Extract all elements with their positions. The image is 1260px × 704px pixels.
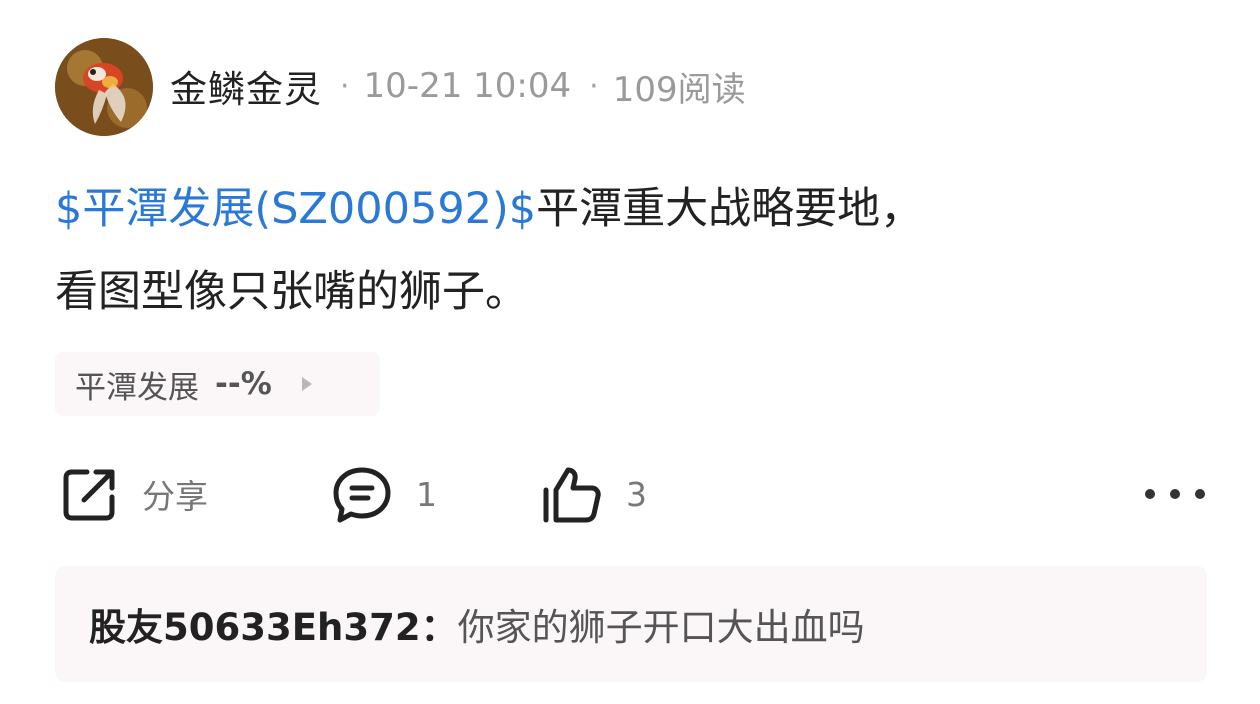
play-right-icon: [301, 377, 312, 391]
thumbs-up-icon: [543, 467, 601, 523]
stock-chip-name: 平潭发展: [75, 369, 199, 406]
more-dots-icon[interactable]: [1145, 478, 1205, 510]
more-dot: [1195, 489, 1205, 499]
author-name[interactable]: 金鳞金灵: [170, 59, 322, 113]
comment-count: 1: [416, 474, 437, 514]
like-count: 3: [626, 474, 647, 514]
share-button[interactable]: 分享: [60, 460, 208, 528]
more-dot: [1145, 489, 1155, 499]
stock-chip-change: --%: [215, 366, 272, 402]
post-time: 10-21 10:04: [363, 66, 572, 106]
comment-button[interactable]: 1: [330, 460, 437, 528]
stock-chip[interactable]: 平潭发展 --%: [55, 352, 380, 416]
avatar[interactable]: [55, 38, 153, 136]
comment-user[interactable]: 股友50633Eh372: [89, 597, 421, 651]
post-card: 金鳞金灵 · 10-21 10:04 · 109阅读 $平潭发展(SZ00059…: [0, 0, 1260, 704]
post-text-2: 看图型像只张嘴的狮子。: [55, 267, 528, 317]
post-text-1: 平潭重大战略要地，: [536, 184, 924, 234]
more-dot: [1170, 489, 1180, 499]
stock-tag-link[interactable]: $平潭发展(SZ000592)$: [55, 184, 536, 234]
post-line-1: $平潭发展(SZ000592)$平潭重大战略要地，: [55, 168, 1205, 251]
like-button[interactable]: 3: [540, 460, 647, 528]
comment-separator: ：: [420, 606, 458, 649]
share-icon: [63, 469, 115, 521]
meta-separator: ·: [340, 68, 350, 104]
meta-separator: ·: [589, 68, 599, 104]
goldfish-icon: [55, 38, 153, 136]
comment-text: 你家的狮子开口大出血吗: [457, 606, 865, 649]
comment-icon: [333, 467, 391, 523]
post-meta: 金鳞金灵 · 10-21 10:04 · 109阅读: [170, 58, 746, 114]
read-count: 109阅读: [612, 69, 746, 110]
post-body: $平潭发展(SZ000592)$平潭重大战略要地， 看图型像只张嘴的狮子。: [55, 168, 1205, 334]
comment-preview[interactable]: 股友50633Eh372 ： 你家的狮子开口大出血吗: [55, 566, 1207, 682]
share-label: 分享: [142, 477, 208, 516]
